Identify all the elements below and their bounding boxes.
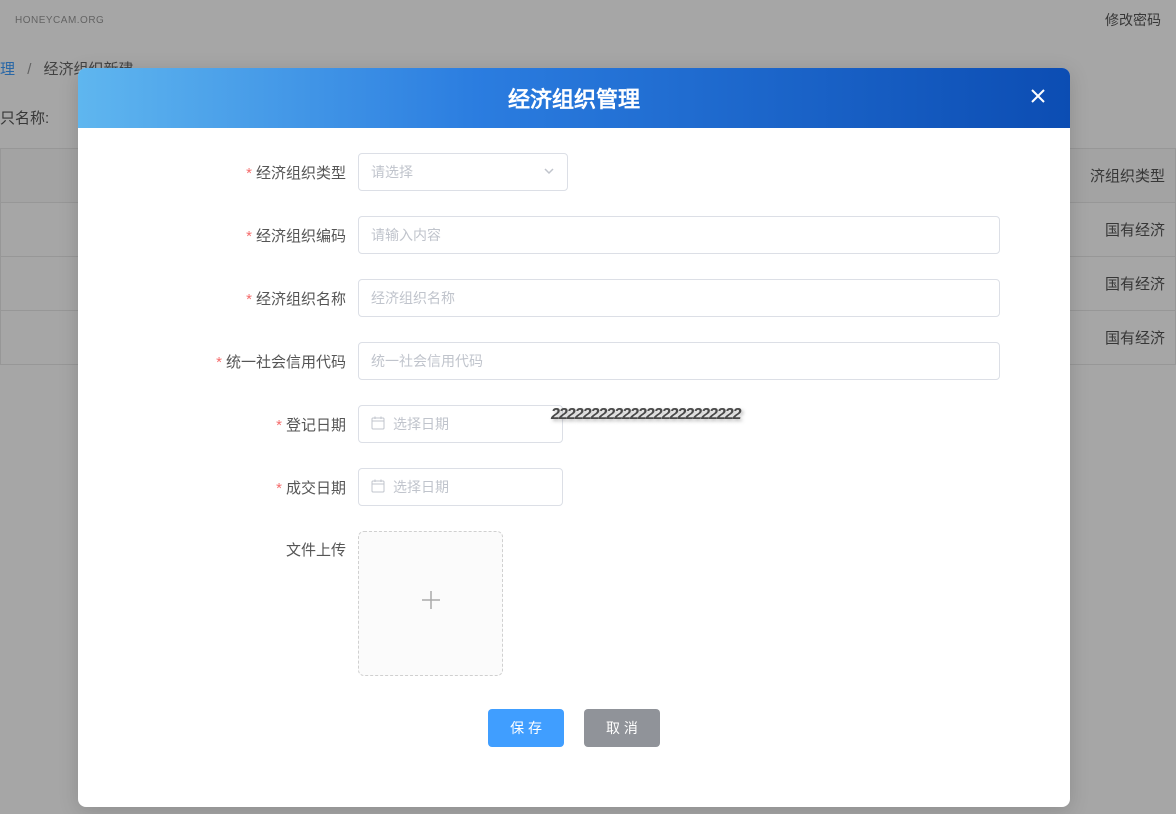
label-file-upload: 文件上传 (148, 531, 358, 560)
label-org-name: *经济组织名称 (148, 288, 358, 309)
cancel-button[interactable]: 取 消 (584, 709, 660, 747)
org-type-placeholder: 请选择 (371, 162, 413, 182)
field-deal-date: *成交日期 选择日期 (148, 468, 1000, 506)
org-name-input[interactable]: 经济组织名称 (358, 279, 1000, 317)
field-org-code: *经济组织编码 请输入内容 (148, 216, 1000, 254)
reg-date-placeholder: 选择日期 (393, 414, 449, 434)
modal-title: 经济组织管理 (508, 82, 640, 114)
org-name-placeholder: 经济组织名称 (371, 288, 455, 308)
save-button[interactable]: 保 存 (488, 709, 564, 747)
modal-economic-org: 经济组织管理 *经济组织类型 请选择 *经济组织编码 请 (78, 68, 1070, 807)
deal-date-input[interactable]: 选择日期 (358, 468, 563, 506)
modal-header: 经济组织管理 (78, 68, 1070, 128)
reg-date-input[interactable]: 选择日期 (358, 405, 563, 443)
close-button[interactable] (1026, 86, 1050, 110)
org-type-select[interactable]: 请选择 (358, 153, 568, 191)
field-file-upload: 文件上传 (148, 531, 1000, 676)
calendar-icon (371, 416, 385, 433)
label-reg-date: *登记日期 (148, 414, 358, 435)
field-reg-date: *登记日期 选择日期 (148, 405, 1000, 443)
credit-code-input[interactable]: 统一社会信用代码 (358, 342, 1000, 380)
chevron-down-icon (543, 165, 555, 180)
org-code-placeholder: 请输入内容 (371, 225, 441, 245)
label-org-code: *经济组织编码 (148, 225, 358, 246)
credit-code-placeholder: 统一社会信用代码 (371, 351, 483, 371)
close-icon (1030, 87, 1046, 110)
field-credit-code: *统一社会信用代码 统一社会信用代码 (148, 342, 1000, 380)
field-org-name: *经济组织名称 经济组织名称 (148, 279, 1000, 317)
label-credit-code: *统一社会信用代码 (148, 351, 358, 372)
modal-body: *经济组织类型 请选择 *经济组织编码 请输入内容 *经济组织名称 (78, 128, 1070, 807)
calendar-icon (371, 479, 385, 496)
field-org-type: *经济组织类型 请选择 (148, 153, 1000, 191)
label-org-type: *经济组织类型 (148, 162, 358, 183)
label-deal-date: *成交日期 (148, 477, 358, 498)
org-code-input[interactable]: 请输入内容 (358, 216, 1000, 254)
deal-date-placeholder: 选择日期 (393, 477, 449, 497)
modal-footer: 保 存 取 消 (148, 701, 1000, 777)
plus-icon (417, 586, 445, 621)
file-upload-box[interactable] (358, 531, 503, 676)
